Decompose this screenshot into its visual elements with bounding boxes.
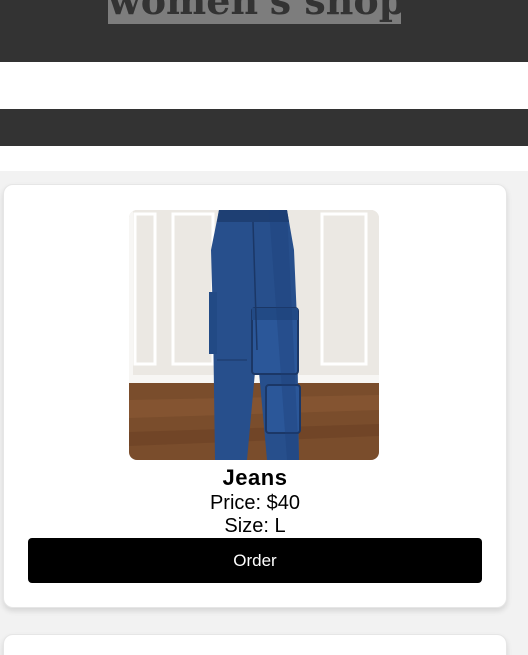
site-header: women's shop (0, 0, 528, 62)
product-card-next (3, 634, 507, 655)
header-spacer (0, 62, 528, 109)
product-card: Jeans Price: $40 Size: L Order (3, 184, 507, 608)
nav-bar (0, 109, 528, 146)
product-price: Price: $40 (209, 492, 301, 514)
nav-spacer (0, 146, 528, 171)
order-button[interactable]: Order (28, 538, 482, 583)
product-size: Size: L (224, 515, 286, 537)
product-image[interactable] (129, 210, 379, 460)
jeans-photo-icon (129, 210, 379, 460)
product-name: Jeans (222, 465, 288, 490)
shop-title: women's shop (108, 0, 401, 24)
